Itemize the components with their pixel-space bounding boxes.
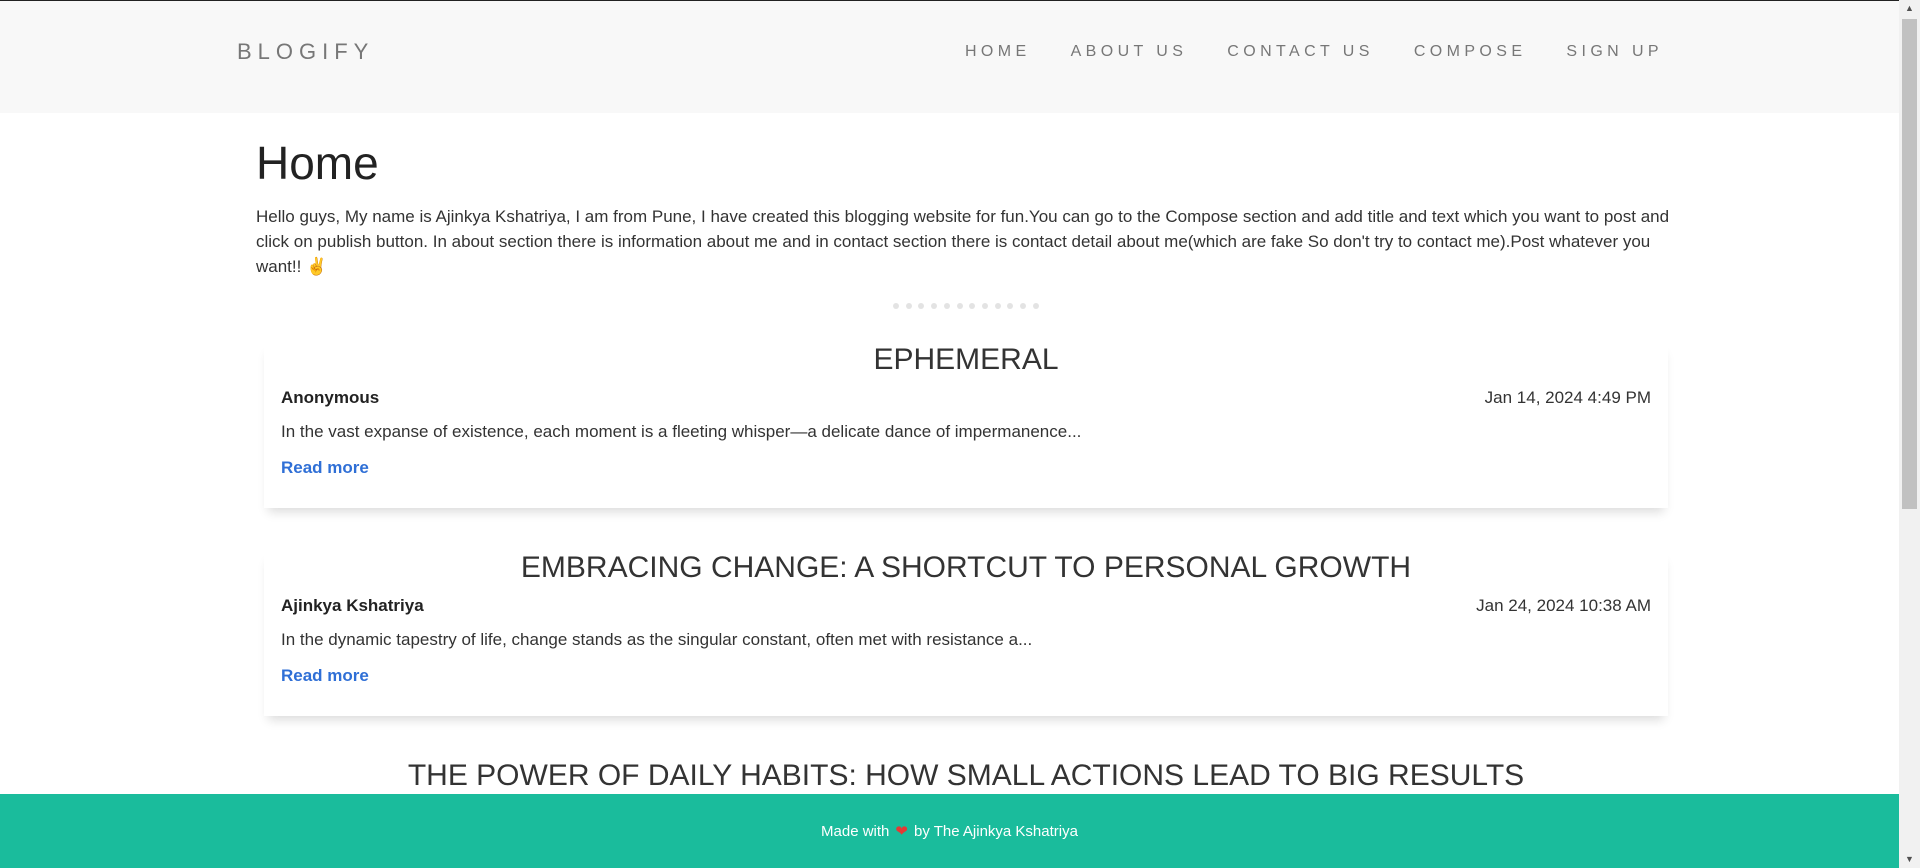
read-more-link[interactable]: Read more [281,666,369,686]
nav-item-about-us[interactable]: ABOUT US [1071,43,1188,61]
divider-dot [969,302,976,309]
divider-dot [1007,302,1014,309]
scroll-up-arrow-icon[interactable]: ▲ [1899,0,1920,17]
post-meta: Ajinkya Kshatriya Jan 24, 2024 10:38 AM [281,596,1651,616]
divider-dots [893,302,1039,309]
post-excerpt: In the dynamic tapestry of life, change … [281,630,1033,649]
divider-dot [994,302,1001,309]
post-meta: Anonymous Jan 14, 2024 4:49 PM [281,388,1651,408]
footer: Made with ❤ by The Ajinkya Kshatriya [0,794,1899,868]
nav-item-home[interactable]: HOME [965,43,1031,61]
post-date: Jan 24, 2024 10:38 AM [1476,596,1651,615]
divider-dot [893,302,899,309]
divider-dot [918,302,925,309]
post-excerpt: In the vast expanse of existence, each m… [281,422,1082,441]
post-title: EMBRACING CHANGE: A SHORTCUT TO PERSONAL… [520,551,1412,584]
post-card: THE POWER OF DAILY HABITS: HOW SMALL ACT… [264,758,1668,794]
scrollbar-thumb[interactable] [1902,19,1917,509]
divider-dot [905,302,912,309]
post-card: EPHEMERAL Anonymous Jan 14, 2024 4:49 PM… [264,342,1668,508]
nav-item-compose[interactable]: COMPOSE [1414,43,1527,61]
post-date: Jan 14, 2024 4:49 PM [1484,388,1651,407]
post-title: EPHEMERAL [873,343,1059,376]
post-title: THE POWER OF DAILY HABITS: HOW SMALL ACT… [407,759,1525,792]
vertical-scrollbar[interactable]: ▲ ▼ [1899,0,1920,868]
nav-item-contact-us[interactable]: CONTACT US [1227,43,1374,61]
footer-text-before: Made with [821,822,890,840]
navbar: BLOGIFY HOME ABOUT US CONTACT US COMPOSE… [0,1,1899,113]
divider-dot [1032,302,1039,309]
read-more-link[interactable]: Read more [281,458,369,478]
footer-text-after: by The Ajinkya Kshatriya [913,822,1078,840]
scroll-down-arrow-icon[interactable]: ▼ [1899,851,1920,868]
intro-text: Hello guys, My name is Ajinkya Kshatriya… [256,206,1670,276]
brand-logo[interactable]: BLOGIFY [237,39,374,65]
divider-dot [956,302,963,309]
post-author: Anonymous [281,388,380,407]
divider-dot [982,302,989,309]
divider-dot [1020,302,1027,309]
heart-icon: ❤ [895,823,908,840]
divider-dot [931,302,938,309]
post-card: EMBRACING CHANGE: A SHORTCUT TO PERSONAL… [264,550,1668,716]
page-title: Home [256,137,379,189]
nav-menu: HOME ABOUT US CONTACT US COMPOSE SIGN UP [965,43,1663,61]
nav-item-sign-up[interactable]: SIGN UP [1566,43,1663,61]
main-content: Home Hello guys, My name is Ajinkya Ksha… [256,113,1676,794]
post-author: Ajinkya Kshatriya [281,596,424,615]
divider-dot [943,302,950,309]
